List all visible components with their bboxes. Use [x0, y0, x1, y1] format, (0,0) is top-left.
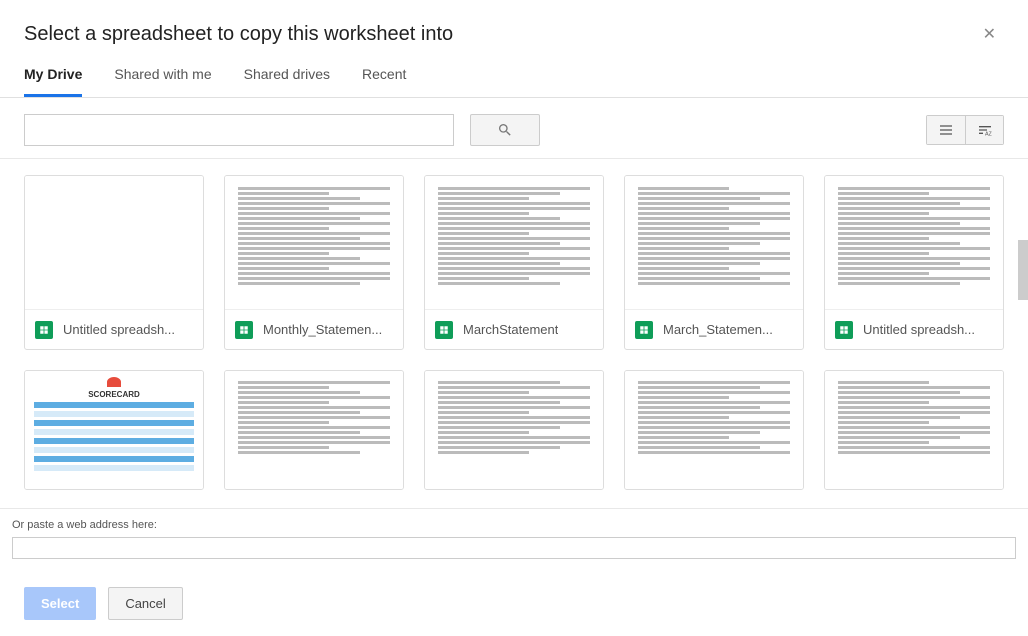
- list-icon: [938, 122, 954, 138]
- file-card[interactable]: Monthly_Statemen...: [224, 175, 404, 350]
- file-picker-dialog: Select a spreadsheet to copy this worksh…: [0, 0, 1028, 636]
- file-thumbnail: [825, 371, 1003, 489]
- file-label: MarchStatement: [463, 322, 558, 337]
- file-thumbnail: [425, 371, 603, 489]
- sort-button[interactable]: AZ: [965, 116, 1003, 144]
- file-card[interactable]: [224, 370, 404, 490]
- file-card[interactable]: SCORECARD: [24, 370, 204, 490]
- file-label: Monthly_Statemen...: [263, 322, 382, 337]
- tab-my-drive[interactable]: My Drive: [24, 66, 82, 97]
- file-thumbnail: [625, 371, 803, 489]
- sheets-icon: [235, 321, 253, 339]
- sort-az-icon: AZ: [977, 122, 993, 138]
- file-footer: MarchStatement: [425, 309, 603, 349]
- close-button[interactable]: ✕: [975, 20, 1004, 48]
- file-thumbnail: [225, 371, 403, 489]
- search-button[interactable]: [470, 114, 540, 146]
- file-card[interactable]: [624, 370, 804, 490]
- select-button[interactable]: Select: [24, 587, 96, 620]
- file-footer: March_Statemen...: [625, 309, 803, 349]
- file-card[interactable]: March_Statemen...: [624, 175, 804, 350]
- file-thumbnail: [225, 176, 403, 309]
- sheets-icon: [35, 321, 53, 339]
- paste-label: Or paste a web address here:: [12, 519, 1016, 531]
- sheets-icon: [635, 321, 653, 339]
- search-input[interactable]: [24, 114, 454, 146]
- file-label: March_Statemen...: [663, 322, 773, 337]
- search-icon: [497, 122, 513, 138]
- cancel-button[interactable]: Cancel: [108, 587, 182, 620]
- sheets-icon: [435, 321, 453, 339]
- file-card[interactable]: MarchStatement: [424, 175, 604, 350]
- sheets-icon: [835, 321, 853, 339]
- tab-bar: My Drive Shared with me Shared drives Re…: [0, 56, 1028, 98]
- file-card[interactable]: [824, 370, 1004, 490]
- file-card[interactable]: Untitled spreadsh...: [824, 175, 1004, 350]
- file-label: Untitled spreadsh...: [863, 322, 975, 337]
- file-grid-area[interactable]: Untitled spreadsh... Monthly_Statemen...: [0, 159, 1028, 508]
- file-card[interactable]: Untitled spreadsh...: [24, 175, 204, 350]
- paste-url-input[interactable]: [12, 537, 1016, 559]
- scrollbar-thumb[interactable]: [1018, 240, 1028, 300]
- dialog-actions: Select Cancel: [0, 573, 1028, 636]
- file-thumbnail: [25, 176, 203, 309]
- file-grid: Untitled spreadsh... Monthly_Statemen...: [24, 175, 1004, 490]
- tab-shared-drives[interactable]: Shared drives: [244, 66, 330, 97]
- file-thumbnail: SCORECARD: [25, 371, 203, 489]
- svg-text:AZ: AZ: [985, 131, 993, 137]
- file-footer: Untitled spreadsh...: [25, 309, 203, 349]
- dialog-header: Select a spreadsheet to copy this worksh…: [0, 0, 1028, 56]
- tab-recent[interactable]: Recent: [362, 66, 406, 97]
- view-toggle: AZ: [926, 115, 1004, 145]
- file-footer: Untitled spreadsh...: [825, 309, 1003, 349]
- file-thumbnail: [625, 176, 803, 309]
- file-footer: Monthly_Statemen...: [225, 309, 403, 349]
- file-card[interactable]: [424, 370, 604, 490]
- file-thumbnail: [825, 176, 1003, 309]
- tab-shared-with-me[interactable]: Shared with me: [114, 66, 211, 97]
- file-thumbnail: [425, 176, 603, 309]
- scorecard-title: SCORECARD: [34, 390, 194, 399]
- list-view-button[interactable]: [927, 116, 965, 144]
- dialog-title: Select a spreadsheet to copy this worksh…: [24, 23, 453, 46]
- file-label: Untitled spreadsh...: [63, 322, 175, 337]
- toolbar: AZ: [0, 98, 1028, 159]
- paste-area: Or paste a web address here:: [0, 508, 1028, 573]
